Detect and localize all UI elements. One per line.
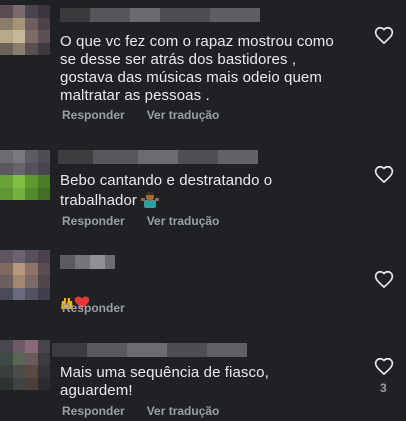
username-redacted[interactable] [58,150,258,164]
comments-feed: O que vc fez com o rapaz mostrou como se… [0,0,406,421]
comment-text: O que vc fez com o rapaz mostrou como se… [60,33,334,104]
comment-actions: Responder Ver tradução [62,108,219,122]
avatar[interactable] [0,250,50,300]
heart-outline-icon[interactable] [374,270,394,290]
heart-outline-icon[interactable] [374,26,394,46]
translate-button[interactable]: Ver tradução [147,108,220,122]
reply-button[interactable]: Responder [62,108,125,122]
comment-item: Responder [0,245,406,325]
comment-text: Mais uma sequência de fiasco, aguardem! [60,364,269,399]
avatar[interactable] [0,150,50,200]
heart-outline-icon[interactable] [374,165,394,185]
heart-outline-icon[interactable] [374,357,394,377]
shrug-emoji [141,190,160,213]
reply-button[interactable]: Responder [62,301,125,315]
username-redacted[interactable] [60,8,260,22]
comment-text: Bebo cantando e destratando o trabalhado… [60,172,360,213]
comment-item: Bebo cantando e destratando o trabalhado… [0,140,406,240]
like-count: 3 [380,381,387,395]
avatar[interactable] [0,5,50,55]
comment-actions: Responder Ver tradução [62,214,219,228]
comment-actions: Responder [62,301,125,315]
avatar[interactable] [0,340,50,390]
comment-item: O que vc fez com o rapaz mostrou como se… [0,0,406,135]
comment-text-body: Bebo cantando e destratando o trabalhado… [60,172,273,209]
comment-actions: Responder Ver tradução [62,404,219,418]
comment-item: Mais uma sequência de fiasco, aguardem! … [0,335,406,421]
username-redacted[interactable] [60,255,115,269]
translate-button[interactable]: Ver tradução [147,214,220,228]
reply-button[interactable]: Responder [62,214,125,228]
translate-button[interactable]: Ver tradução [147,404,220,418]
username-redacted[interactable] [52,343,247,357]
reply-button[interactable]: Responder [62,404,125,418]
